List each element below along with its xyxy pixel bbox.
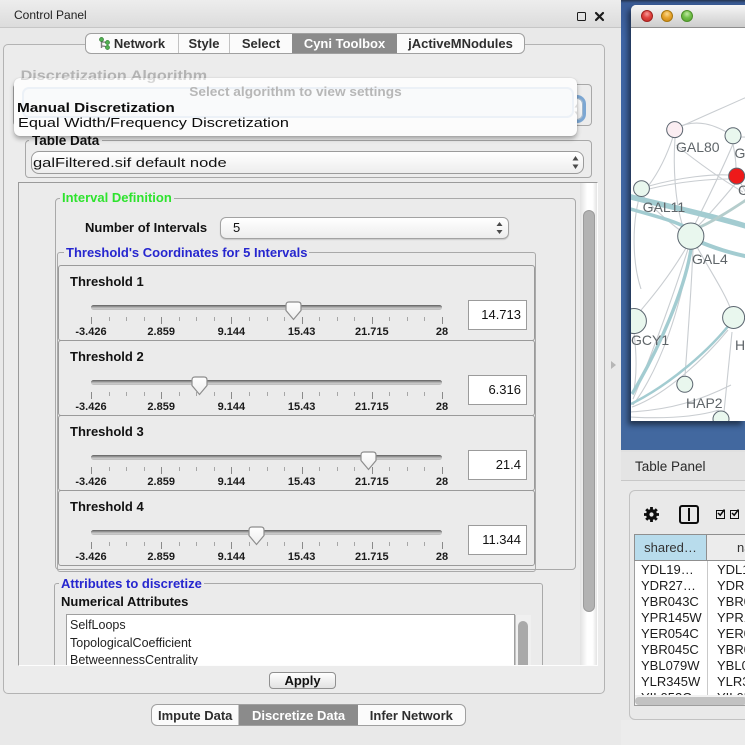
svg-text:H: H <box>735 337 745 353</box>
svg-text:GAL80: GAL80 <box>676 139 720 155</box>
svg-text:C: C <box>738 182 745 198</box>
svg-text:GCY1: GCY1 <box>631 332 669 348</box>
svg-text:GAL11: GAL11 <box>643 199 686 215</box>
svg-text:GAL4: GAL4 <box>692 251 728 267</box>
svg-text:HAP2: HAP2 <box>686 395 723 411</box>
svg-text:GA: GA <box>735 145 745 161</box>
